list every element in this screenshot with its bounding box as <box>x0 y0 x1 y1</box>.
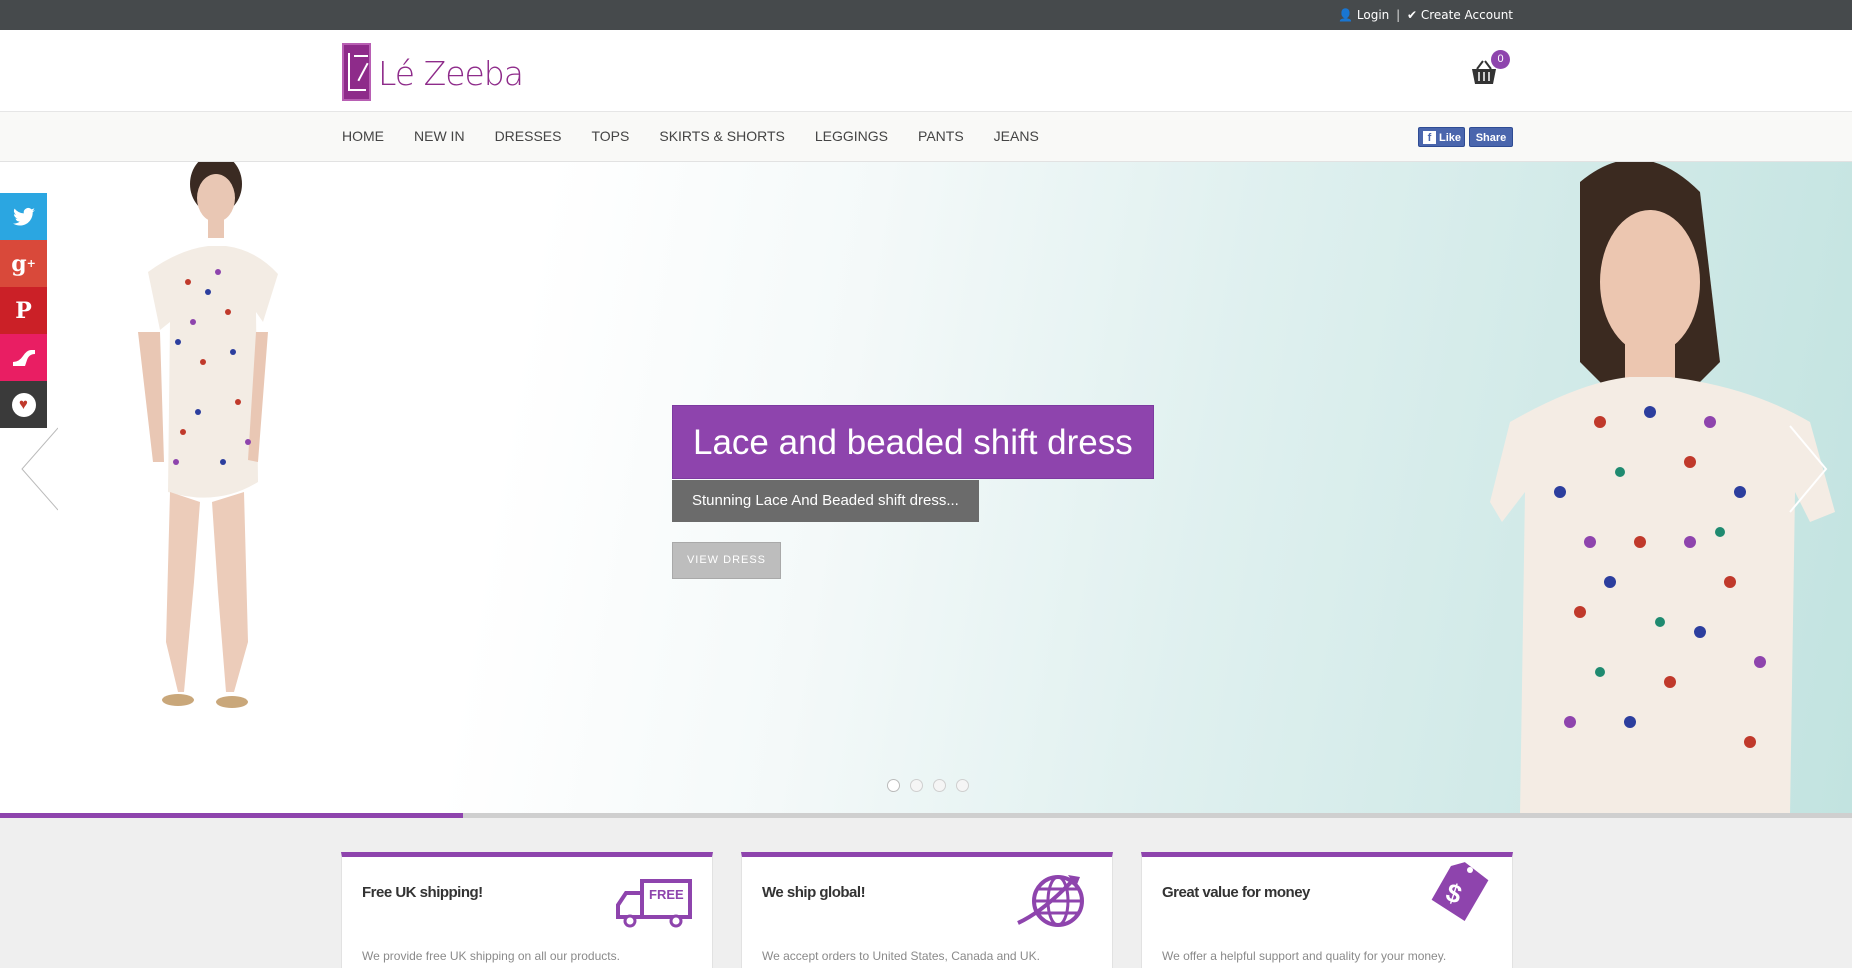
google-plus-icon[interactable]: g + <box>0 240 47 287</box>
slider-next-arrow-icon[interactable] <box>1788 424 1828 514</box>
nav-item-leggings[interactable]: LEGGINGS <box>815 128 888 144</box>
slide-title: Lace and beaded shift dress <box>672 405 1154 479</box>
truck-icon-text: FREE <box>649 887 684 902</box>
feature-description: We provide free UK shipping on all our p… <box>362 949 620 963</box>
logo-text[interactable]: Lé Zeeba <box>378 54 524 93</box>
model-photo-left <box>138 162 278 708</box>
view-dress-button[interactable]: VIEW DRESS <box>672 542 781 579</box>
slider-dots <box>887 779 979 792</box>
create-account-label[interactable]: Create Account <box>1421 8 1513 22</box>
hero-slider: Lace and beaded shift dress Stunning Lac… <box>0 162 1852 815</box>
feature-title: We ship global! <box>762 884 866 901</box>
heart-icon[interactable]: ♥ <box>0 381 47 428</box>
nav-item-jeans[interactable]: JEANS <box>994 128 1039 144</box>
nav-item-dresses[interactable]: DRESSES <box>495 128 562 144</box>
login-label[interactable]: Login <box>1357 8 1389 22</box>
shoe-icon[interactable] <box>0 334 47 381</box>
feature-title: Free UK shipping! <box>362 884 483 901</box>
free-shipping-truck-icon: FREE <box>616 879 692 928</box>
top-bar: 👤 Login | ✔ Create Account <box>0 0 1852 30</box>
cart-count-badge[interactable]: 0 <box>1491 50 1510 69</box>
social-sidebar: g + P ♥ <box>0 193 47 428</box>
feature-description: We accept orders to United States, Canad… <box>762 949 1040 963</box>
logo-mark[interactable] <box>342 43 371 101</box>
nav-item-tops[interactable]: TOPS <box>591 128 629 144</box>
account-links: 👤 Login | ✔ Create Account <box>1338 8 1513 22</box>
account-separator: | <box>1396 8 1401 22</box>
facebook-share-label[interactable]: Share <box>1476 132 1507 144</box>
slider-dot-2[interactable] <box>910 779 923 792</box>
slider-dot-3[interactable] <box>933 779 946 792</box>
facebook-icon: f <box>1423 131 1436 144</box>
slide-subtitle: Stunning Lace And Beaded shift dress... <box>672 480 979 522</box>
slider-prev-arrow-icon[interactable] <box>18 424 58 514</box>
facebook-like-label[interactable]: Like <box>1439 132 1461 144</box>
feature-card-global: We ship global! We accept orders to Unit… <box>741 852 1113 968</box>
feature-card-shipping: Free UK shipping! We provide free UK shi… <box>341 852 713 968</box>
slider-progress-fill <box>0 813 463 818</box>
facebook-share-button[interactable]: Share <box>1469 127 1513 147</box>
create-account-link[interactable]: ✔ Create Account <box>1407 8 1513 22</box>
facebook-like-button[interactable]: f Like <box>1418 127 1465 147</box>
slider-dot-1[interactable] <box>887 779 900 792</box>
feature-card-value: Great value for money We offer a helpful… <box>1141 852 1513 968</box>
pinterest-icon[interactable]: P <box>0 287 47 334</box>
feature-title: Great value for money <box>1162 884 1310 901</box>
feature-description: We offer a helpful support and quality f… <box>1162 949 1447 963</box>
nav-item-pants[interactable]: PANTS <box>918 128 964 144</box>
twitter-icon[interactable] <box>0 193 47 240</box>
main-nav: HOME NEW IN DRESSES TOPS SKIRTS & SHORTS… <box>0 112 1852 162</box>
site-header: Lé Zeeba 0 <box>0 30 1852 112</box>
nav-item-skirts-shorts[interactable]: SKIRTS & SHORTS <box>659 128 785 144</box>
nav-item-home[interactable]: HOME <box>342 128 384 144</box>
globe-plane-icon <box>1017 875 1084 927</box>
slider-dot-4[interactable] <box>956 779 969 792</box>
nav-item-new-in[interactable]: NEW IN <box>414 128 465 144</box>
login-link[interactable]: 👤 Login <box>1338 8 1389 22</box>
price-tag-icon: $ <box>1431 862 1489 921</box>
